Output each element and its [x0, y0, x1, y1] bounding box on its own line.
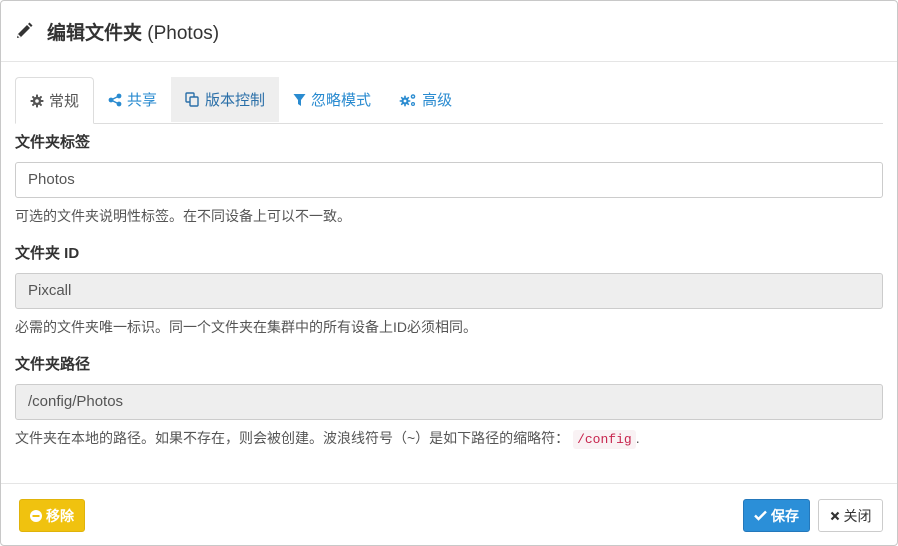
pencil-icon — [14, 21, 34, 41]
edit-folder-dialog: 编辑文件夹 (Photos) 常规 共享 版本控制 忽略模式 高级 文件夹标签 … — [0, 0, 898, 546]
share-icon — [108, 93, 122, 107]
folder-path-help-end: . — [635, 430, 640, 446]
folder-id-help: 必需的文件夹唯一标识。同一个文件夹在集群中的所有设备上ID必须相同。 — [15, 319, 477, 335]
check-icon — [754, 510, 767, 521]
cogs-icon — [399, 93, 417, 107]
close-button[interactable]: 关闭 — [818, 499, 883, 532]
tab-sharing[interactable]: 共享 — [94, 77, 171, 122]
folder-id-group: 文件夹 ID Pixcall 必需的文件夹唯一标识。同一个文件夹在集群中的所有设… — [15, 244, 883, 355]
dialog-title-main: 编辑文件夹 — [47, 22, 143, 44]
remove-button[interactable]: 移除 — [19, 499, 85, 532]
tab-sharing-label: 共享 — [127, 92, 158, 109]
folder-path-group: 文件夹路径 /config/Photos 文件夹在本地的路径。如果不存在，则会被… — [15, 355, 883, 466]
copy-icon — [185, 92, 200, 107]
tab-bar: 常规 共享 版本控制 忽略模式 高级 — [15, 77, 883, 124]
save-button[interactable]: 保存 — [743, 499, 810, 532]
tab-ignore-patterns[interactable]: 忽略模式 — [279, 77, 385, 122]
folder-label-heading: 文件夹标签 — [15, 134, 91, 151]
folder-id-heading: 文件夹 ID — [15, 245, 80, 262]
tab-advanced-label: 高级 — [422, 92, 453, 109]
dialog-title-folder: (Photos) — [142, 22, 220, 44]
dialog-title: 编辑文件夹 (Photos) — [47, 18, 219, 45]
tab-ignore-patterns-label: 忽略模式 — [311, 92, 372, 109]
remove-button-label: 移除 — [46, 507, 74, 524]
filter-icon — [293, 93, 306, 107]
folder-label-input[interactable]: Photos — [15, 162, 883, 198]
folder-label-help: 可选的文件夹说明性标签。在不同设备上可以不一致。 — [15, 208, 351, 224]
tab-general[interactable]: 常规 — [15, 77, 95, 124]
folder-label-group: 文件夹标签 Photos 可选的文件夹说明性标签。在不同设备上可以不一致。 — [15, 133, 883, 244]
minus-circle-icon — [30, 509, 42, 522]
folder-path-heading: 文件夹路径 — [15, 356, 91, 373]
folder-path-help-text: 文件夹在本地的路径。如果不存在，则会被创建。波浪线符号（~）是如下路径的缩略符： — [15, 430, 570, 446]
folder-path-help: 文件夹在本地的路径。如果不存在，则会被创建。波浪线符号（~）是如下路径的缩略符：… — [15, 428, 883, 449]
folder-path-input[interactable]: /config/Photos — [15, 384, 883, 420]
tab-versioning[interactable]: 版本控制 — [171, 77, 280, 122]
gear-icon — [30, 94, 44, 108]
close-icon — [830, 511, 840, 521]
dialog-header: 编辑文件夹 (Photos) — [1, 1, 897, 62]
close-button-label: 关闭 — [843, 507, 872, 524]
general-form: 文件夹标签 Photos 可选的文件夹说明性标签。在不同设备上可以不一致。 文件… — [15, 133, 883, 466]
tilde-path-code: /config — [573, 430, 636, 449]
tab-advanced[interactable]: 高级 — [385, 77, 466, 122]
dialog-footer: 移除 保存 关闭 — [1, 483, 897, 546]
folder-id-input[interactable]: Pixcall — [15, 273, 883, 309]
tab-versioning-label: 版本控制 — [205, 92, 266, 109]
tab-general-label: 常规 — [49, 93, 80, 110]
save-button-label: 保存 — [771, 507, 799, 524]
